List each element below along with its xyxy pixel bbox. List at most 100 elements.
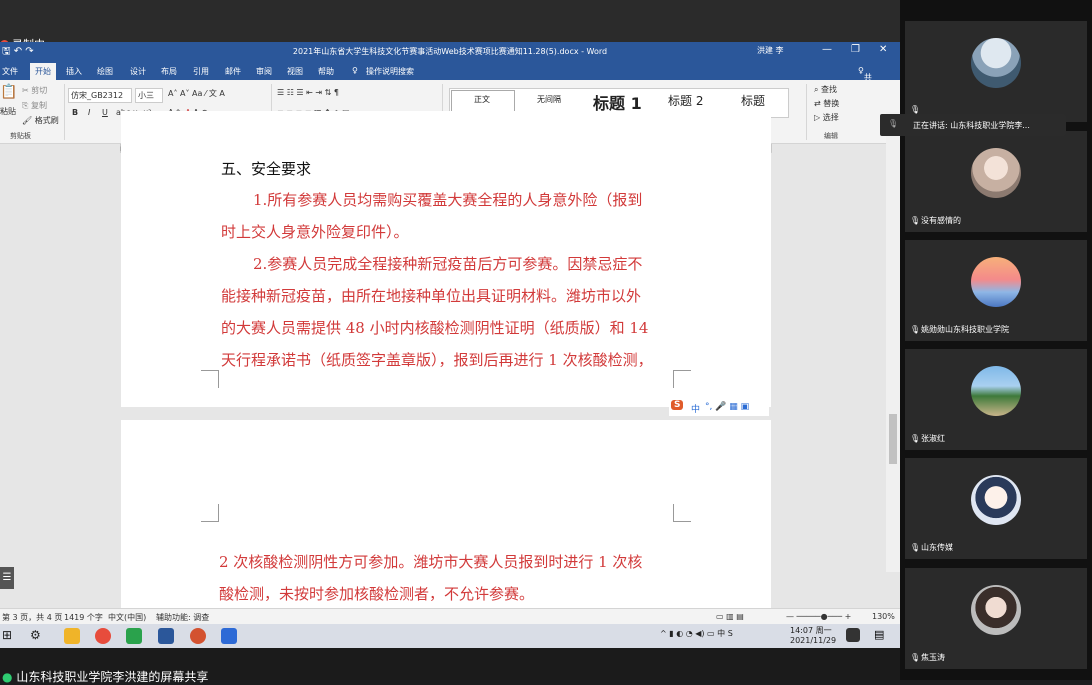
app-icon[interactable]: ⚙ bbox=[30, 628, 46, 644]
tab-file[interactable]: 文件 bbox=[2, 66, 18, 77]
crop-mark bbox=[201, 504, 219, 522]
find-button[interactable]: ⌕ 查找 bbox=[814, 84, 837, 95]
participant-tile[interactable]: 🎙 bbox=[905, 21, 1087, 122]
ime-tools-icon[interactable]: °, 🎤 ▦ ▣ bbox=[705, 402, 749, 412]
tell-me-search[interactable]: 操作说明搜索 bbox=[366, 66, 414, 77]
doc-line: 2.参赛人员完成全程接种新冠疫苗后方可参赛。因禁忌症不 bbox=[253, 255, 643, 273]
mic-icon: 🎙 bbox=[910, 653, 921, 662]
format-painter-button[interactable]: 🖌 格式刷 bbox=[22, 115, 59, 126]
doc-line: 天行程承诺书（纸质签字盖章版），报到后再进行 1 次核酸检测， bbox=[221, 351, 653, 369]
mic-icon: 🎙 bbox=[910, 105, 921, 114]
ime-toolbar[interactable]: S 中 °, 🎤 ▦ ▣ bbox=[669, 400, 769, 416]
mic-icon: 🎙 bbox=[910, 216, 921, 225]
language[interactable]: 中文(中国) bbox=[108, 612, 146, 623]
zoom-level[interactable]: 130% bbox=[872, 612, 895, 621]
share-icon: ● bbox=[2, 670, 13, 684]
underline-icon[interactable]: U bbox=[102, 108, 108, 117]
accessibility-status[interactable]: 辅助功能: 调查 bbox=[156, 612, 209, 623]
grow-font-icon[interactable]: A˄ A˅ Aa ⁄ 文 A bbox=[168, 88, 225, 99]
word-icon[interactable] bbox=[158, 628, 174, 644]
tab-draw[interactable]: 绘图 bbox=[97, 66, 113, 77]
participant-panel: 🎙 🎙 没有感情的 🎙 姚勋勋山东科技职业学院 🎙 张淑红 🎙 山东传媒 🎙 焦玉涛 bbox=[900, 0, 1092, 680]
bold-icon[interactable]: B bbox=[72, 108, 78, 117]
editing-group-label: 编辑 bbox=[824, 132, 838, 140]
share-button[interactable]: ♀ 共享 bbox=[858, 66, 872, 93]
word-count[interactable]: 1419 个字 bbox=[64, 612, 103, 623]
participant-name: 🎙 bbox=[910, 105, 921, 114]
select-button[interactable]: ▷ 选择 bbox=[814, 112, 839, 123]
restore-icon[interactable]: ❐ bbox=[851, 44, 860, 55]
hbuilder-icon[interactable] bbox=[126, 628, 142, 644]
cut-label: 剪切 bbox=[31, 86, 48, 95]
screen-share-notice: ● 山东科技职业学院李洪建的屏幕共享 bbox=[2, 668, 208, 685]
mic-icon: 🎙 bbox=[910, 434, 921, 443]
avatar bbox=[971, 475, 1021, 525]
style-title[interactable]: 标题 bbox=[741, 92, 765, 109]
clock-date: 2021/11/29 bbox=[790, 636, 837, 645]
user-name[interactable]: 洪建 李 bbox=[757, 45, 784, 56]
participant-tile[interactable]: 🎙 张淑红 bbox=[905, 349, 1087, 450]
copy-button[interactable]: ⎘ 复制 bbox=[22, 100, 47, 111]
side-menu-button[interactable]: ☰ bbox=[0, 567, 14, 589]
style-no-spacing[interactable]: 无间隔 bbox=[537, 94, 561, 105]
lightbulb-icon: ♀ bbox=[352, 66, 358, 75]
tab-review[interactable]: 审阅 bbox=[256, 66, 272, 77]
avatar bbox=[971, 366, 1021, 416]
section-heading: 五、安全要求 bbox=[221, 160, 312, 178]
close-icon[interactable]: ✕ bbox=[879, 44, 887, 55]
cut-button[interactable]: ✂ 剪切 bbox=[22, 85, 47, 96]
document-page-continued[interactable]: 酸检测，未按时参加核酸检测者，不允许参赛。 bbox=[121, 582, 771, 608]
page-count[interactable]: 第 3 页，共 4 页 bbox=[2, 612, 62, 623]
participant-tile[interactable]: 🎙 没有感情的 bbox=[905, 131, 1087, 232]
mic-icon: 🎙 bbox=[910, 543, 921, 552]
file-explorer-icon[interactable] bbox=[64, 628, 80, 644]
italic-icon[interactable]: I bbox=[88, 108, 90, 117]
participant-tile[interactable]: 🎙 姚勋勋山东科技职业学院 bbox=[905, 240, 1087, 341]
paste-icon[interactable]: 📋 bbox=[0, 84, 17, 100]
browser-icon[interactable] bbox=[95, 628, 111, 644]
vertical-scrollbar[interactable] bbox=[886, 112, 900, 572]
clock[interactable]: 14:07 周一 2021/11/29 bbox=[790, 626, 836, 646]
tab-references[interactable]: 引用 bbox=[193, 66, 209, 77]
scroll-thumb[interactable] bbox=[889, 414, 897, 464]
tab-mailings[interactable]: 邮件 bbox=[225, 66, 241, 77]
document-page[interactable]: 2 次核酸检测阴性方可参加。潍坊市大赛人员报到时进行 1 次核 bbox=[121, 420, 771, 582]
format-painter-label: 格式刷 bbox=[34, 116, 59, 125]
doc-line: 的大赛人员需提供 48 小时内核酸检测阴性证明（纸质版）和 14 bbox=[221, 319, 649, 337]
avatar bbox=[971, 148, 1021, 198]
meeting-icon[interactable] bbox=[221, 628, 237, 644]
style-normal[interactable]: 正文 bbox=[474, 94, 490, 105]
font-size-select[interactable]: 小三 bbox=[135, 88, 163, 103]
replace-label: 替换 bbox=[823, 99, 840, 108]
copy-label: 复制 bbox=[30, 101, 47, 110]
zoom-slider[interactable]: — ─────●─── + bbox=[786, 612, 851, 621]
style-heading-2[interactable]: 标题 2 bbox=[668, 92, 703, 109]
system-tray-icons[interactable]: ^ ▮ ◐ ◔ ◀) ▭ 中 S bbox=[660, 628, 733, 639]
replace-button[interactable]: ⇄ 替换 bbox=[814, 98, 839, 109]
divider bbox=[806, 84, 807, 140]
list-icon[interactable]: ☰ ☷ ☰ ⇤ ⇥ ⇅ ¶ bbox=[277, 88, 339, 97]
tab-view[interactable]: 视图 bbox=[287, 66, 303, 77]
participant-name: 🎙 山东传媒 bbox=[910, 543, 953, 552]
tab-design[interactable]: 设计 bbox=[130, 66, 146, 77]
document-page[interactable]: 五、安全要求 1.所有参赛人员均需购买覆盖大赛全程的人身意外险（报到 时上交人身… bbox=[121, 111, 771, 407]
find-label: 查找 bbox=[821, 85, 838, 94]
notification-icon[interactable] bbox=[846, 628, 860, 642]
ime-mode[interactable]: 中 bbox=[691, 402, 700, 415]
participant-tile[interactable]: 🎙 山东传媒 bbox=[905, 458, 1087, 559]
minimize-icon[interactable]: — bbox=[822, 44, 832, 55]
doc-line: 能接种新冠疫苗，由所在地接种单位出具证明材料。潍坊市以外 bbox=[221, 287, 642, 305]
start-icon[interactable]: ⊞ bbox=[2, 628, 18, 644]
action-center-icon[interactable]: ▤ bbox=[874, 628, 890, 644]
tab-help[interactable]: 帮助 bbox=[318, 66, 334, 77]
font-name-select[interactable]: 仿宋_GB2312 bbox=[68, 88, 132, 103]
screen-share-label: 山东科技职业学院李洪建的屏幕共享 bbox=[16, 670, 209, 684]
view-mode-icons[interactable]: ▭ ▥ ▤ bbox=[716, 612, 744, 621]
tab-insert[interactable]: 插入 bbox=[66, 66, 82, 77]
speaking-label: 正在讲话: 山东科技职业学院李... bbox=[913, 121, 1030, 130]
powerpoint-icon[interactable] bbox=[190, 628, 206, 644]
tab-home[interactable]: 开始 bbox=[30, 63, 56, 80]
participant-tile[interactable]: 🎙 焦玉涛 bbox=[905, 568, 1087, 669]
paste-button[interactable]: 粘贴 bbox=[0, 106, 16, 117]
tab-layout[interactable]: 布局 bbox=[161, 66, 177, 77]
